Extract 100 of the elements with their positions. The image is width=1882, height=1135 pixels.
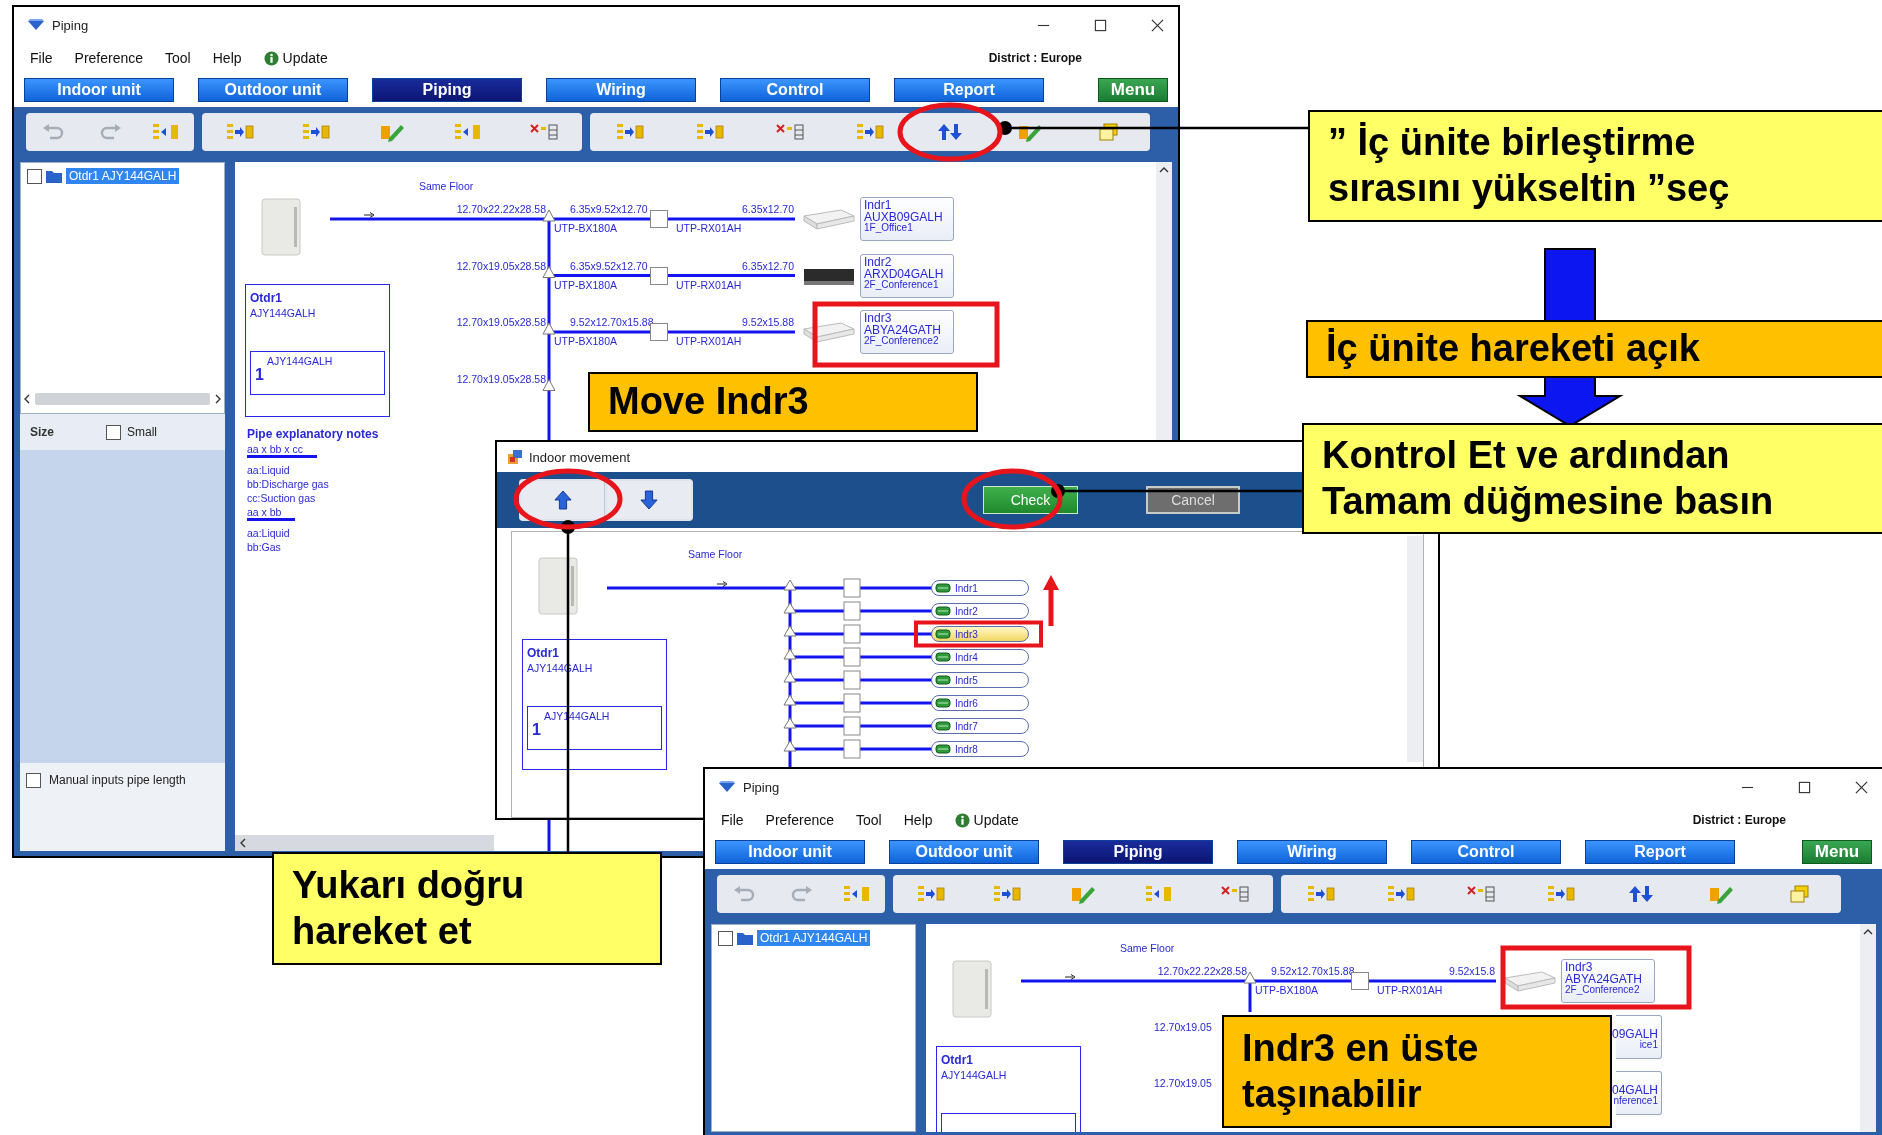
unit-list-item[interactable]: Indr1 <box>931 580 1029 596</box>
branch-joint <box>783 694 797 706</box>
tab[interactable]: Wiring <box>546 78 696 102</box>
list-arrow-icon[interactable] <box>916 884 946 904</box>
up-down-arrows-icon[interactable] <box>935 122 965 142</box>
move-up-button[interactable] <box>521 481 605 519</box>
callout-text: Kontrol Et ve ardından Tamam düğmesine basın <box>1322 432 1775 524</box>
pipe-size-label: 12.70x19.05x28.58 <box>456 372 546 385</box>
maximize-icon[interactable] <box>1798 780 1811 794</box>
tab[interactable]: Outdoor unit <box>889 840 1039 864</box>
menu-item[interactable]: Help <box>212 50 242 66</box>
list-arrow-icon[interactable] <box>1546 884 1576 904</box>
scroll-up-icon[interactable] <box>1863 928 1873 936</box>
outdoor-unit-drawing <box>260 197 304 257</box>
unit-list-item[interactable]: Indr6 <box>931 695 1029 711</box>
delete-icon[interactable] <box>775 122 805 142</box>
unit-list-item[interactable]: Indr8 <box>931 741 1029 757</box>
menu-item[interactable]: Preference <box>765 812 835 828</box>
delete-icon[interactable] <box>1466 884 1496 904</box>
indoor-unit-card[interactable]: Indr3 ABYA24GATH 2F_Conference2 <box>1561 959 1655 1003</box>
tab[interactable]: Control <box>720 78 870 102</box>
scroll-right-icon[interactable] <box>214 394 222 404</box>
tree-item[interactable]: Otdr1 AJY144GALH <box>66 168 180 184</box>
update-menu-item[interactable]: Update <box>263 50 328 66</box>
update-menu-item[interactable]: Update <box>954 812 1019 828</box>
menu-item[interactable]: Tool <box>856 812 882 828</box>
checkbox[interactable] <box>718 930 733 946</box>
unit-model: ARXD04GALH <box>864 267 944 280</box>
unit-list-item[interactable]: Indr5 <box>931 672 1029 688</box>
delete-icon[interactable] <box>529 122 559 142</box>
notes-header: aa x bb x cc <box>247 443 318 458</box>
close-icon[interactable] <box>1151 18 1164 32</box>
maximize-icon[interactable] <box>1094 18 1107 32</box>
callout-text: Move Indr3 <box>608 379 809 425</box>
list-arrows-icon[interactable] <box>151 122 181 142</box>
notes-line: bb:Gas <box>247 541 281 553</box>
tab[interactable]: Report <box>1585 840 1735 864</box>
checkbox[interactable] <box>26 773 41 788</box>
list-arrows-icon[interactable] <box>842 884 872 904</box>
tab[interactable]: Indoor unit <box>24 78 174 102</box>
tree-item[interactable]: Otdr1 AJY144GALH <box>757 930 871 946</box>
tab[interactable]: Piping <box>372 78 522 102</box>
list-arrow-icon[interactable] <box>695 122 725 142</box>
scroll-left-icon[interactable] <box>239 838 247 848</box>
tab[interactable]: Wiring <box>1237 840 1387 864</box>
menu-item[interactable]: File <box>30 50 53 66</box>
menu-item[interactable]: File <box>721 812 744 828</box>
checkbox[interactable] <box>27 168 42 184</box>
indoor-unit-card[interactable]: Indr3 ABYA24GATH 2F_Conference2 <box>860 310 954 354</box>
up-down-arrows-icon[interactable] <box>1626 884 1656 904</box>
check-button[interactable]: Check <box>983 486 1078 514</box>
move-down-button[interactable] <box>607 481 691 519</box>
menu-button[interactable]: Menu <box>1098 78 1168 102</box>
unit-list-item[interactable]: Indr2 <box>931 603 1029 619</box>
unit-list-item[interactable]: Indr7 <box>931 718 1029 734</box>
list-arrow-icon[interactable] <box>225 122 255 142</box>
menu-item[interactable]: Preference <box>74 50 144 66</box>
close-icon[interactable] <box>1855 780 1868 794</box>
notes-line: bb:Discharge gas <box>247 478 329 490</box>
unit-list-item[interactable]: Indr4 <box>931 649 1029 665</box>
scroll-left-icon[interactable] <box>23 394 31 404</box>
list-arrow-icon[interactable] <box>992 884 1022 904</box>
list-arrow-icon[interactable] <box>301 122 331 142</box>
app-logo-icon <box>719 781 735 793</box>
menu-item[interactable]: Help <box>903 812 933 828</box>
scroll-up-icon[interactable] <box>1159 166 1169 174</box>
horizontal-scrollbar[interactable] <box>235 835 494 851</box>
list-arrow-icon[interactable] <box>1386 884 1416 904</box>
tab[interactable]: Outdoor unit <box>198 78 348 102</box>
unit-name: Indr1 <box>864 199 892 211</box>
pipe-size-label: 6.35x12.70 <box>742 259 794 272</box>
indoor-unit-icon <box>935 675 951 685</box>
adapter-box <box>843 647 861 667</box>
checkbox[interactable] <box>106 424 121 440</box>
list-arrow-icon[interactable] <box>1144 884 1174 904</box>
unit-room: 2F_Conference2 <box>864 336 939 346</box>
branch-joint <box>783 671 797 683</box>
cancel-button[interactable]: Cancel <box>1146 486 1240 514</box>
list-arrow-icon[interactable] <box>1306 884 1336 904</box>
indoor-unit-card[interactable]: Indr1 AUXB09GALH 1F_Office1 <box>860 197 954 241</box>
menu-button[interactable]: Menu <box>1802 840 1872 864</box>
indoor-unit-card[interactable]: Indr2 ARXD04GALH 2F_Conference1 <box>860 253 954 298</box>
tab[interactable]: Piping <box>1063 840 1213 864</box>
branch-joint <box>783 602 797 614</box>
unit-name: Otdr1 <box>941 1053 973 1067</box>
menu-item[interactable]: Tool <box>165 50 191 66</box>
tab[interactable]: Indoor unit <box>715 840 865 864</box>
list-arrow-icon[interactable] <box>855 122 885 142</box>
vertical-scrollbar[interactable] <box>1407 536 1423 762</box>
tab[interactable]: Report <box>894 78 1044 102</box>
tab[interactable]: Control <box>1411 840 1561 864</box>
vertical-scrollbar[interactable] <box>1860 924 1876 1132</box>
list-arrow-icon[interactable] <box>615 122 645 142</box>
horizontal-scrollbar[interactable] <box>23 391 222 407</box>
floor-label: Same Floor <box>1120 942 1175 954</box>
unit-count: 1 <box>255 366 264 384</box>
adapter-box <box>843 601 861 621</box>
list-arrow-icon[interactable] <box>453 122 483 142</box>
unit-list-item[interactable]: Indr3 <box>931 626 1029 642</box>
delete-icon[interactable] <box>1220 884 1250 904</box>
